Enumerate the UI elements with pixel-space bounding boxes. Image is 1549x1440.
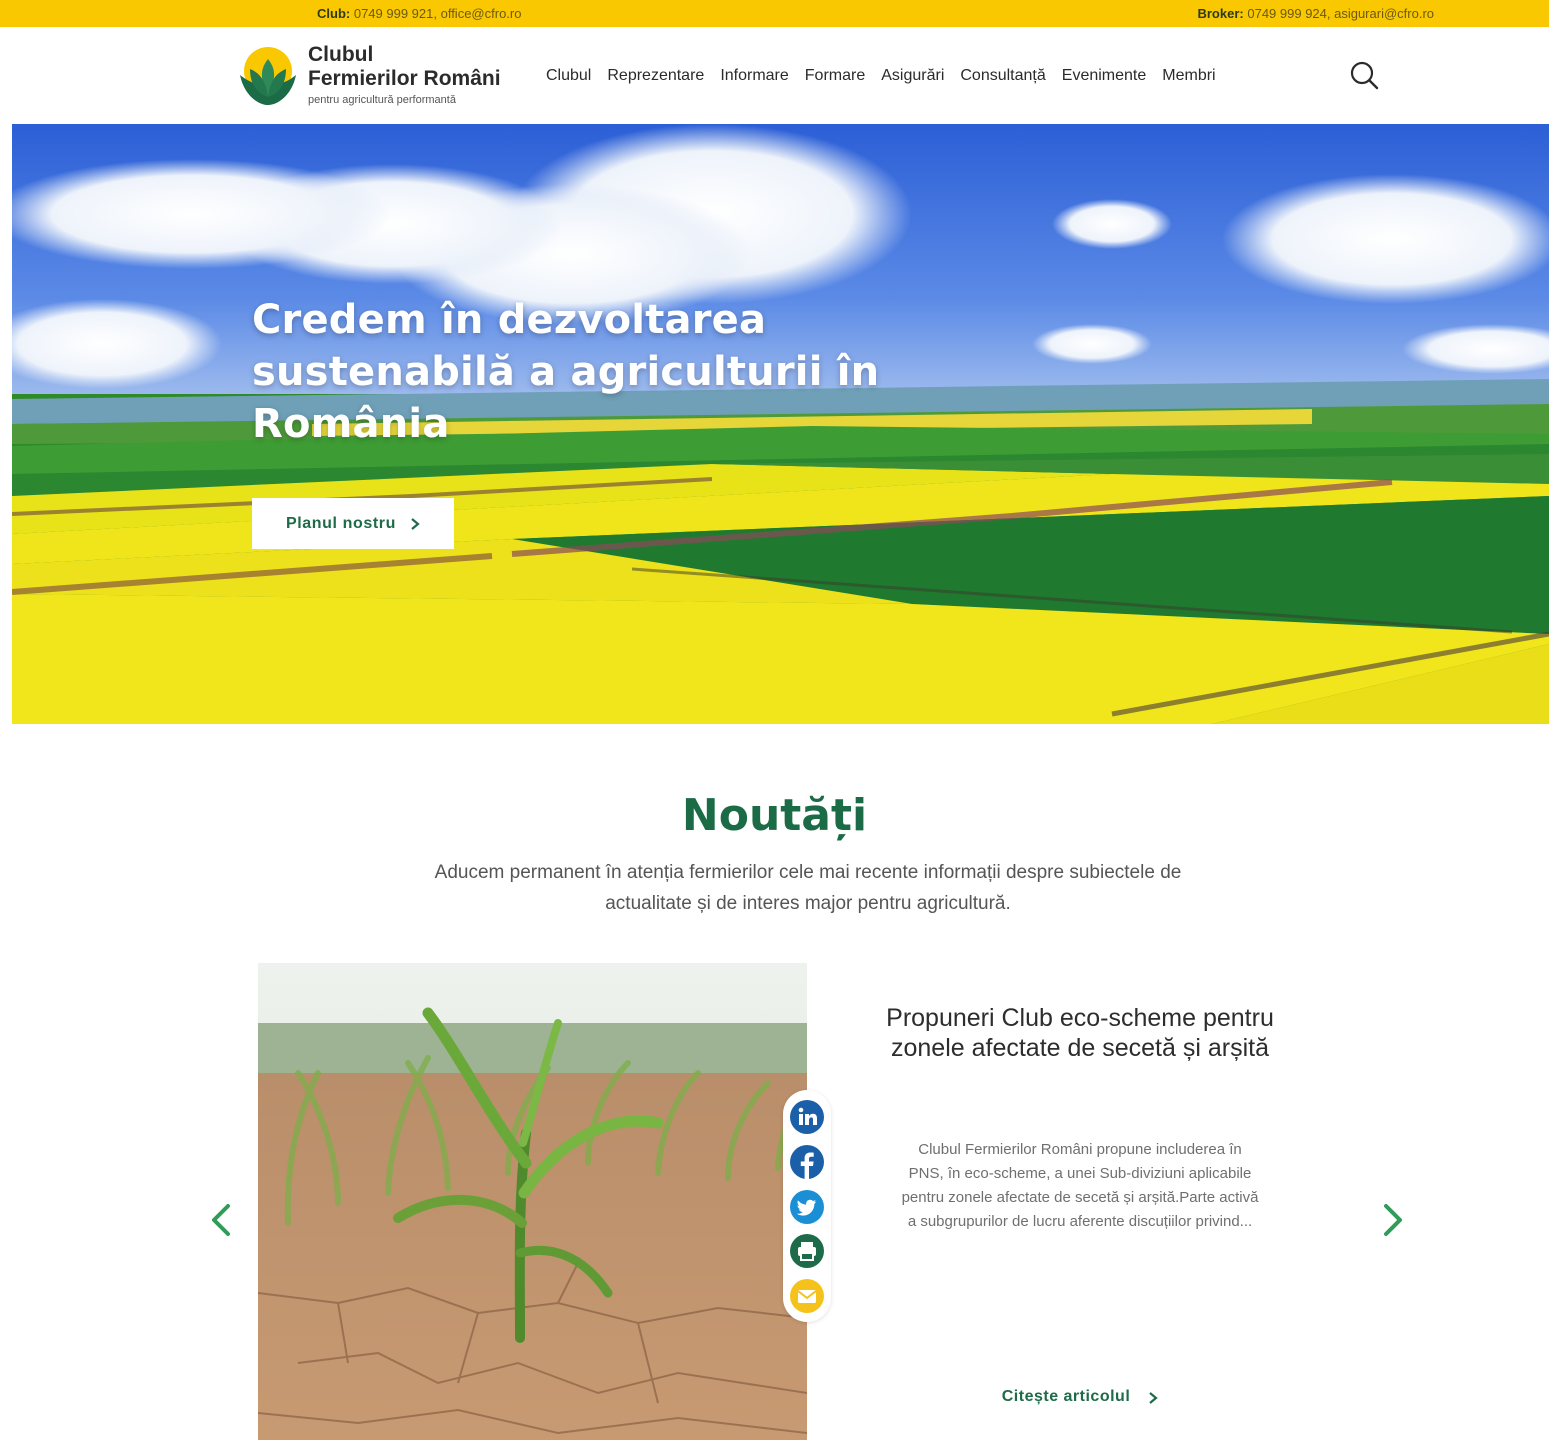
our-plan-button[interactable]: Planul nostru	[252, 498, 454, 549]
nav-item-consultanta[interactable]: Consultanță	[960, 67, 1045, 85]
share-twitter-button[interactable]	[790, 1190, 824, 1224]
article-image[interactable]	[258, 963, 807, 1440]
club-contact-label: Club:	[317, 6, 351, 21]
logo-mark-icon	[240, 47, 296, 105]
chevron-right-icon	[1149, 1392, 1158, 1404]
share-facebook-button[interactable]	[790, 1145, 824, 1179]
twitter-icon	[790, 1190, 824, 1224]
email-icon	[790, 1279, 824, 1313]
club-contact-value[interactable]: 0749 999 921, office@cfro.ro	[354, 6, 522, 21]
search-icon	[1350, 61, 1379, 90]
corn-sprout-photo	[258, 963, 807, 1440]
nav-item-evenimente[interactable]: Evenimente	[1062, 67, 1147, 85]
print-button[interactable]	[790, 1234, 824, 1268]
chevron-left-icon	[212, 1204, 230, 1236]
nav-item-clubul[interactable]: Clubul	[546, 67, 591, 85]
broker-contact-value[interactable]: 0749 999 924, asigurari@cfro.ro	[1247, 6, 1434, 21]
carousel-prev-button[interactable]	[206, 1200, 236, 1240]
site-logo[interactable]: Clubul Fermierilor Români pentru agricul…	[236, 41, 506, 111]
broker-contact: Broker: 0749 999 924, asigurari@cfro.ro	[1197, 6, 1434, 21]
nav-item-membri[interactable]: Membri	[1162, 67, 1215, 85]
contact-bar: Club: 0749 999 921, office@cfro.ro Broke…	[0, 0, 1549, 27]
share-bar	[783, 1090, 831, 1322]
nav-item-reprezentare[interactable]: Reprezentare	[607, 67, 704, 85]
article-excerpt: Clubul Fermierilor Români propune includ…	[901, 1141, 1259, 1230]
club-contact: Club: 0749 999 921, office@cfro.ro	[317, 6, 521, 21]
news-section-subtitle: Aducem permanent în atenția fermierilor …	[434, 862, 1182, 914]
search-button[interactable]	[1348, 59, 1380, 91]
site-header: Clubul Fermierilor Români pentru agricul…	[0, 27, 1549, 124]
logo-title-line2: Fermierilor Români	[308, 67, 501, 90]
print-icon	[790, 1234, 824, 1268]
our-plan-label: Planul nostru	[285, 514, 397, 532]
read-article-link[interactable]: Citește articolul	[880, 1388, 1280, 1408]
nav-item-informare[interactable]: Informare	[720, 67, 788, 85]
hero-banner: Credem în dezvoltarea sustenabilă a agri…	[12, 124, 1549, 724]
chevron-right-icon	[411, 517, 420, 530]
chevron-right-icon	[1384, 1204, 1402, 1236]
logo-tagline: pentru agricultură performantă	[308, 94, 456, 106]
carousel-next-button[interactable]	[1378, 1200, 1408, 1240]
facebook-icon	[790, 1145, 824, 1179]
news-section-title: Noutăți	[681, 790, 868, 841]
read-article-label: Citește articolul	[1001, 1388, 1131, 1405]
article-title[interactable]: Propuneri Club eco-scheme pentru zonele …	[880, 1003, 1280, 1063]
nav-item-formare[interactable]: Formare	[805, 67, 865, 85]
share-email-button[interactable]	[790, 1279, 824, 1313]
nav-item-asigurari[interactable]: Asigurări	[881, 67, 944, 85]
linkedin-icon	[790, 1100, 824, 1134]
main-nav: Clubul Reprezentare Informare Formare As…	[546, 67, 1216, 85]
hero-title: Credem în dezvoltarea sustenabilă a agri…	[252, 297, 880, 447]
broker-contact-label: Broker:	[1197, 6, 1244, 21]
share-linkedin-button[interactable]	[790, 1100, 824, 1134]
logo-title-line1: Clubul	[308, 43, 374, 66]
